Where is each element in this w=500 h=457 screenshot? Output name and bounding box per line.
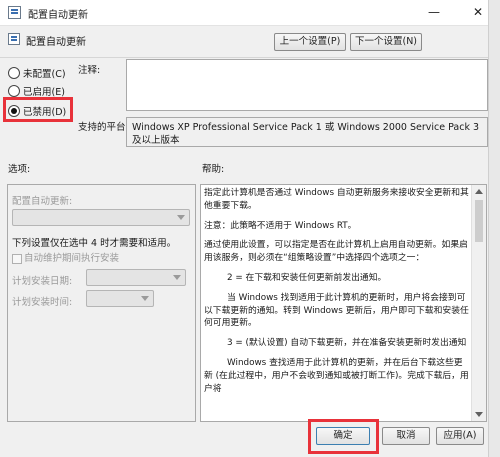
radio-indicator[interactable] — [8, 85, 20, 97]
options-label: 选项: — [8, 164, 31, 175]
help-paragraph: 2 = 在下载和安装任何更新前发出通知。 — [227, 272, 387, 283]
configure-updates-dropdown[interactable] — [12, 209, 190, 226]
chevron-down-icon — [173, 275, 181, 280]
scroll-thumb[interactable] — [475, 200, 483, 242]
background-window-edge — [488, 0, 500, 457]
options-panel: 配置自动更新: 下列设置仅在选中 4 时才需要和适用。 自动维护期间执行安装 计… — [7, 184, 196, 422]
cancel-button[interactable]: 取消 — [382, 427, 430, 445]
previous-setting-button[interactable]: 上一个设置(P) — [274, 33, 346, 51]
disabled-highlight-box — [3, 97, 73, 122]
window-title: 配置自动更新 — [28, 10, 88, 21]
next-setting-button[interactable]: 下一个设置(N) — [350, 33, 422, 51]
help-paragraph: 通过使用此设置，可以指定是否在此计算机上启用自动更新。如果启用该服务，则必须在“… — [204, 240, 468, 264]
radio-not-configured[interactable]: 未配置(C) — [8, 66, 66, 80]
install-day-dropdown[interactable] — [86, 269, 186, 286]
comment-textarea[interactable] — [126, 59, 488, 111]
help-paragraph: 3 = (默认设置) 自动下载更新，并在准备安装更新时发出通知 — [227, 338, 467, 349]
apply-button[interactable]: 应用(A) — [436, 427, 484, 445]
help-paragraph: 注意：此策略不适用于 Windows RT。 — [204, 220, 357, 231]
help-paragraph: Windows 查找适用于此计算机的更新，并在后台下载这些更新 (在此过程中，用… — [204, 357, 469, 394]
chevron-down-icon — [141, 296, 149, 301]
help-paragraph: 指定此计算机是否通过 Windows 自动更新服务来接收安全更新和其他重要下载。 — [204, 188, 469, 211]
install-time-dropdown[interactable] — [86, 290, 154, 307]
platform-value: Windows XP Professional Service Pack 1 或… — [126, 117, 488, 147]
chevron-down-icon — [177, 215, 185, 220]
ok-highlight-box — [308, 419, 379, 454]
radio-indicator[interactable] — [8, 67, 20, 79]
scroll-down-icon[interactable] — [475, 412, 483, 417]
platform-label: 支持的平台: — [78, 122, 129, 133]
scroll-up-icon[interactable] — [475, 189, 483, 194]
help-text: 指定此计算机是否通过 Windows 自动更新服务来接收安全更新和其他重要下载。… — [204, 187, 470, 402]
radio-enabled[interactable]: 已启用(E) — [8, 84, 65, 98]
minimize-button[interactable]: — — [412, 0, 456, 24]
radio-label: 未配置(C) — [23, 69, 66, 80]
comment-label: 注释: — [78, 65, 101, 76]
help-panel: 指定此计算机是否通过 Windows 自动更新服务来接收安全更新和其他重要下载。… — [200, 184, 487, 422]
checkbox-icon[interactable] — [12, 253, 22, 264]
maintenance-install-checkbox[interactable]: 自动维护期间执行安装 — [12, 250, 119, 264]
options-note: 下列设置仅在选中 4 时才需要和适用。 — [12, 238, 177, 249]
help-label: 帮助: — [202, 164, 225, 175]
install-day-label: 计划安装日期: — [12, 276, 73, 287]
header-divider — [0, 57, 500, 58]
help-paragraph: 当 Windows 找到适用于此计算机的更新时，用户将会接到可以下载更新的通知。… — [204, 292, 469, 329]
setting-title: 配置自动更新 — [26, 37, 86, 48]
policy-app-icon — [8, 6, 21, 19]
setting-icon — [8, 33, 20, 45]
install-time-label: 计划安装时间: — [12, 297, 73, 308]
help-scrollbar[interactable] — [471, 185, 486, 421]
configure-updates-label: 配置自动更新: — [12, 196, 73, 207]
checkbox-label: 自动维护期间执行安装 — [24, 253, 120, 264]
